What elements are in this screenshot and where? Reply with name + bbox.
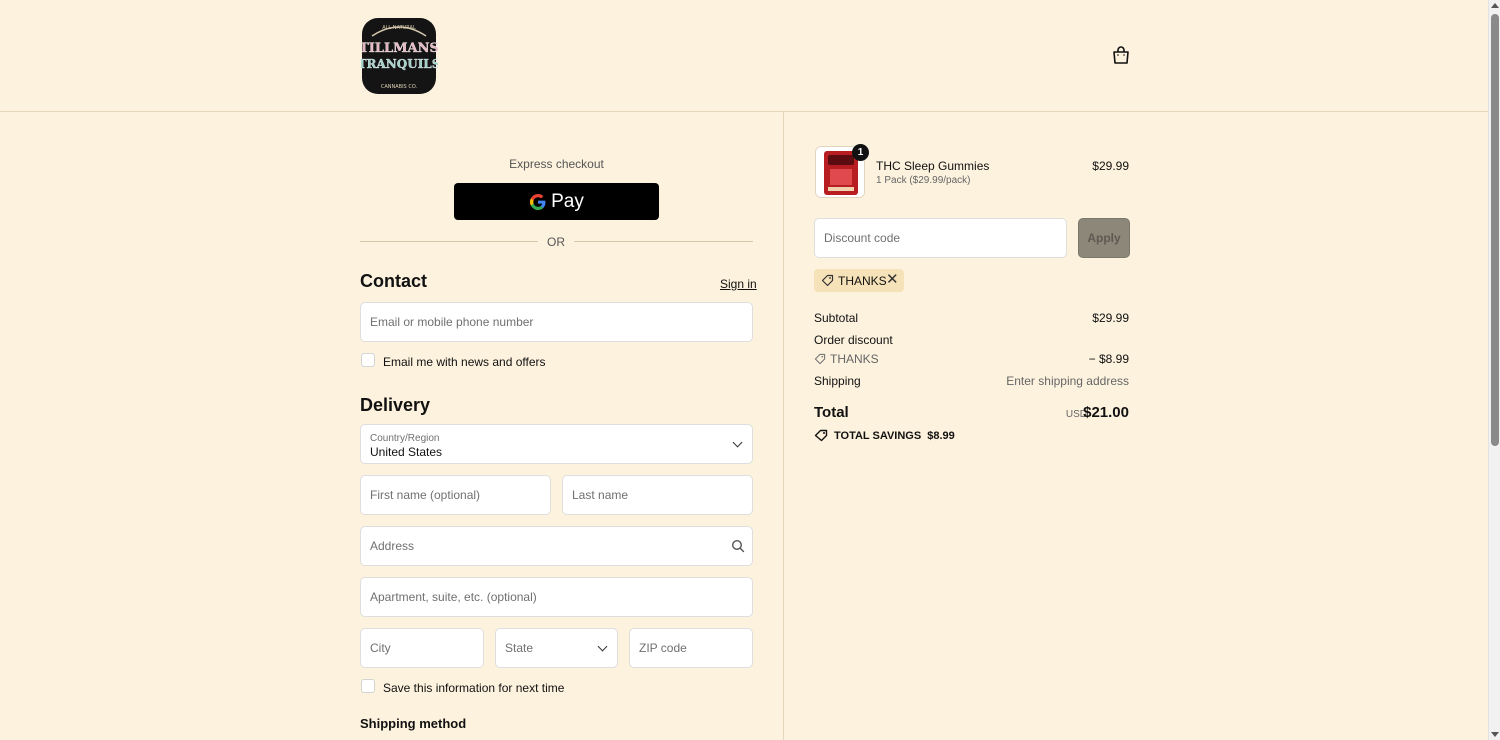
discount-placeholder: Discount code xyxy=(824,231,901,245)
scroll-down-icon[interactable] xyxy=(1491,732,1499,737)
logo-word-1: TILLMANS xyxy=(360,41,438,56)
save-info-label: Save this information for next time xyxy=(383,681,565,695)
apartment-field[interactable]: Apartment, suite, etc. (optional) xyxy=(360,577,753,617)
express-checkout-label: Express checkout xyxy=(509,157,604,171)
product-variant: 1 Pack ($29.99/pack) xyxy=(876,175,971,186)
sign-in-link[interactable]: Sign in xyxy=(720,277,757,291)
logo-subtitle: CANNABIS CO. xyxy=(381,84,418,90)
country-value: United States xyxy=(370,445,443,459)
applied-code-label: THANKS xyxy=(838,274,887,288)
chevron-down-icon xyxy=(732,437,743,448)
save-info-checkbox[interactable] xyxy=(361,679,375,693)
news-checkbox-label: Email me with news and offers xyxy=(383,355,546,369)
discount-code-row: THANKS xyxy=(814,352,879,366)
last-name-placeholder: Last name xyxy=(572,488,629,502)
page-scrollbar[interactable] xyxy=(1488,0,1500,740)
or-line-right xyxy=(574,241,753,242)
shipping-label: Shipping xyxy=(814,374,861,388)
shopping-bag-icon[interactable] xyxy=(1110,44,1132,66)
savings-value: $8.99 xyxy=(927,429,955,442)
zip-placeholder: ZIP code xyxy=(639,641,687,655)
news-checkbox[interactable] xyxy=(361,353,375,367)
product-name: THC Sleep Gummies xyxy=(876,159,990,173)
tag-icon xyxy=(814,353,826,365)
email-field[interactable]: Email or mobile phone number xyxy=(360,302,753,342)
scroll-up-icon[interactable] xyxy=(1491,3,1499,8)
tag-icon xyxy=(814,429,828,442)
applied-discount-chip: THANKS ✕ xyxy=(814,269,904,292)
google-g-icon xyxy=(530,193,546,210)
subtotal-label: Subtotal xyxy=(814,311,859,325)
product-price: $29.99 xyxy=(1092,159,1129,173)
country-label: Country/Region xyxy=(370,433,440,444)
country-select[interactable]: Country/Region United States xyxy=(360,424,753,464)
address-field[interactable]: Address xyxy=(360,526,753,566)
city-placeholder: City xyxy=(370,641,391,655)
contact-heading: Contact xyxy=(360,271,427,291)
quantity-badge: 1 xyxy=(852,144,869,161)
or-separator: OR xyxy=(360,235,753,249)
delivery-heading: Delivery xyxy=(360,395,431,415)
zip-field[interactable]: ZIP code xyxy=(629,628,753,668)
shipping-value: Enter shipping address xyxy=(1006,374,1129,388)
subtotal-value: $29.99 xyxy=(1092,311,1129,325)
total-value: $21.00 xyxy=(1083,404,1129,421)
savings-label: TOTAL SAVINGS xyxy=(834,429,922,442)
apply-button[interactable]: Apply xyxy=(1078,218,1130,258)
total-savings: TOTAL SAVINGS $8.99 xyxy=(814,429,955,442)
logo-tagline: ALL NATURAL xyxy=(382,25,416,31)
store-logo[interactable]: ALL NATURAL TILLMANS TRANQUILS CANNABIS … xyxy=(357,16,441,96)
column-divider xyxy=(783,112,784,740)
total-label: Total xyxy=(814,404,849,421)
email-placeholder: Email or mobile phone number xyxy=(370,315,534,329)
or-label: OR xyxy=(547,235,565,249)
first-name-field[interactable]: First name (optional) xyxy=(360,475,551,515)
google-pay-label: Pay xyxy=(551,190,584,212)
search-icon xyxy=(731,539,745,553)
logo-word-2: TRANQUILS xyxy=(360,57,438,71)
or-line-left xyxy=(360,241,538,242)
discount-value: − $8.99 xyxy=(1088,352,1129,366)
state-select[interactable]: State xyxy=(495,628,618,668)
first-name-placeholder: First name (optional) xyxy=(370,488,481,502)
shipping-method-heading: Shipping method xyxy=(360,716,467,731)
scrollbar-thumb[interactable] xyxy=(1491,14,1499,446)
state-placeholder: State xyxy=(505,641,534,655)
order-discount-label: Order discount xyxy=(814,333,893,347)
google-pay-button[interactable]: Pay xyxy=(454,183,659,220)
chevron-down-icon xyxy=(597,641,608,652)
address-placeholder: Address xyxy=(370,539,415,553)
discount-code-name: THANKS xyxy=(830,352,879,366)
header: ALL NATURAL TILLMANS TRANQUILS CANNABIS … xyxy=(0,0,1488,112)
tag-icon xyxy=(821,274,834,287)
remove-discount-icon[interactable]: ✕ xyxy=(886,271,899,288)
last-name-field[interactable]: Last name xyxy=(562,475,753,515)
city-field[interactable]: City xyxy=(360,628,484,668)
apartment-placeholder: Apartment, suite, etc. (optional) xyxy=(370,590,537,604)
discount-code-field[interactable]: Discount code xyxy=(814,218,1067,258)
